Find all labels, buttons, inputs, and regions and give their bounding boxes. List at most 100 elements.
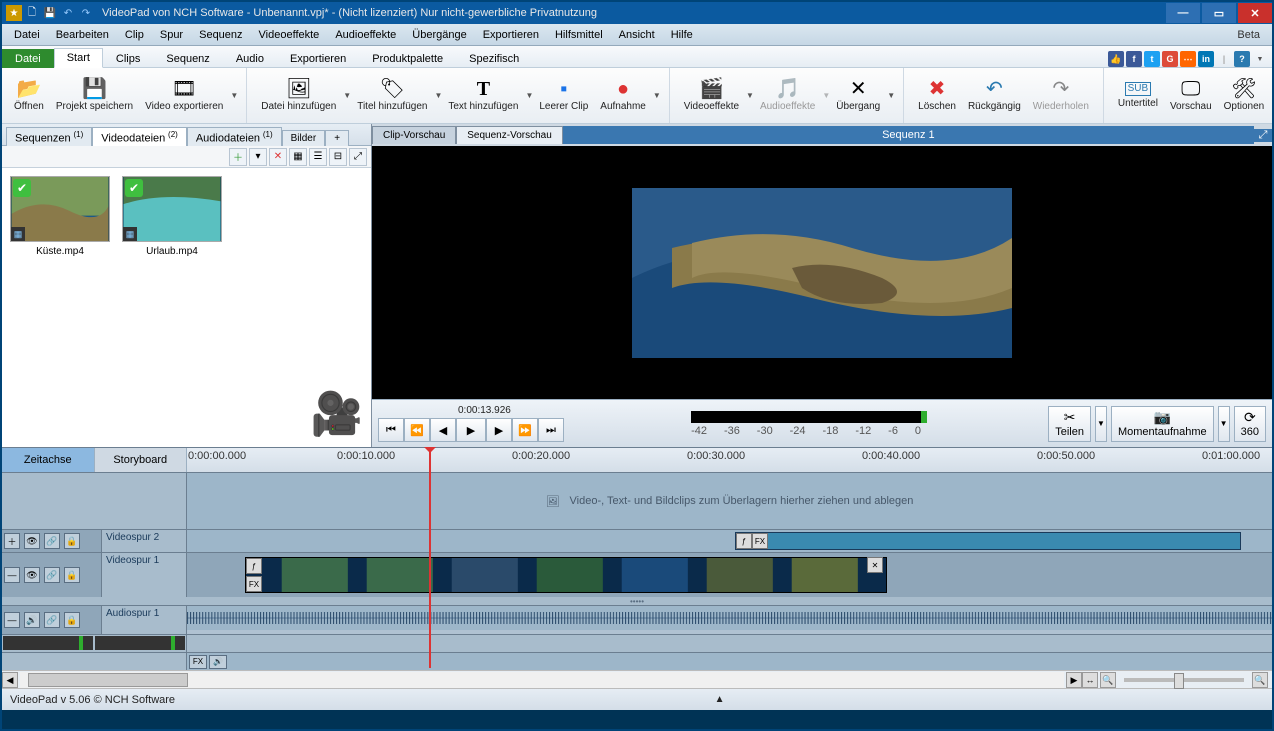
menu-hilfe[interactable]: Hilfe (663, 27, 701, 43)
end-fx-icon[interactable]: ✕ (867, 557, 883, 573)
help-dropdown-icon[interactable]: ▼ (1252, 51, 1268, 67)
track-link-icon[interactable]: 🔗 (44, 612, 60, 628)
linkedin-icon[interactable]: in (1198, 51, 1214, 67)
dd2-icon[interactable]: ▼ (434, 91, 442, 100)
zoom-in-icon[interactable]: 🔍 (1252, 672, 1268, 688)
bin-view3-icon[interactable]: ⊟ (329, 148, 347, 166)
like-icon[interactable]: 👍 (1108, 51, 1124, 67)
bin-delete-icon[interactable]: ✕ (269, 148, 287, 166)
scroll-thumb[interactable] (28, 673, 188, 687)
share-icon[interactable]: ⋯ (1180, 51, 1196, 67)
resize-grip-icon[interactable]: ▲ (715, 694, 725, 705)
scroll-left-icon[interactable]: ◀ (2, 672, 18, 688)
bin-tab-audio[interactable]: Audiodateien (1) (187, 127, 282, 146)
clip-thumb-2[interactable]: ▦ Urlaub.mp4 (122, 176, 222, 257)
track-link-icon[interactable]: 🔗 (44, 533, 60, 549)
step-back-button[interactable]: ◀ (430, 418, 456, 442)
tab-sequenz-vorschau[interactable]: Sequenz-Vorschau (456, 126, 563, 144)
scroll-track[interactable] (20, 672, 1064, 688)
menu-ansicht[interactable]: Ansicht (611, 27, 663, 43)
fx-icon[interactable]: FX (246, 576, 262, 592)
track-remove-icon[interactable]: — (4, 567, 20, 583)
tab-exportieren[interactable]: Exportieren (277, 49, 359, 68)
split-button[interactable]: ✂Teilen (1048, 406, 1091, 442)
menu-uebergaenge[interactable]: Übergänge (404, 27, 474, 43)
maximize-button[interactable]: ▭ (1202, 3, 1236, 23)
close-button[interactable]: ✕ (1238, 3, 1272, 23)
add-text-button[interactable]: TText hinzufügen (442, 68, 524, 123)
scroll-right-icon[interactable]: ▶ (1066, 672, 1082, 688)
menu-clip[interactable]: Clip (117, 27, 152, 43)
video-viewer[interactable] (372, 146, 1272, 399)
clip-thumb-1[interactable]: ▦ Küste.mp4 (10, 176, 110, 257)
menu-videoeffekte[interactable]: Videoeffekte (251, 27, 328, 43)
tab-storyboard[interactable]: Storyboard (95, 448, 188, 472)
track-eye-icon[interactable]: 👁 (24, 567, 40, 583)
bin-dd-icon[interactable]: ▾ (249, 148, 267, 166)
video-effects-button[interactable]: 🎬Videoeffekte (678, 68, 745, 123)
menu-hilfsmittel[interactable]: Hilfsmittel (547, 27, 611, 43)
grip-icon[interactable]: ••••• (2, 597, 1272, 605)
fx-icon[interactable]: FX (752, 533, 768, 549)
tab-start[interactable]: Start (54, 48, 103, 68)
track-lane-v2[interactable]: ƒFX (187, 530, 1272, 552)
qa-save-icon[interactable]: 💾 (42, 5, 58, 21)
v1-clip[interactable]: ƒ FX (245, 557, 887, 593)
buy-button[interactable]: 🛒Kaufen (1270, 68, 1274, 123)
tab-clips[interactable]: Clips (103, 49, 153, 68)
bin-tab-add[interactable]: + (325, 130, 349, 146)
overlay-dropzone[interactable]: 🖼Video-, Text- und Bildclips zum Überlag… (187, 473, 1272, 529)
goto-end-button[interactable]: ⏭ (538, 418, 564, 442)
dd3-icon[interactable]: ▼ (525, 91, 533, 100)
track-add-icon[interactable]: ＋ (4, 533, 20, 549)
track-eye-icon[interactable]: 👁 (24, 533, 40, 549)
menu-audioeffekte[interactable]: Audioeffekte (327, 27, 404, 43)
minimize-button[interactable]: — (1166, 3, 1200, 23)
options-button[interactable]: 🛠Optionen (1218, 68, 1271, 123)
add-file-button[interactable]: 🖼Datei hinzufügen (255, 68, 342, 123)
export-dropdown-icon[interactable]: ▼ (230, 91, 238, 100)
dd1-icon[interactable]: ▼ (343, 91, 351, 100)
step-fwd-button[interactable]: ▶ (486, 418, 512, 442)
fx-icon[interactable]: ƒ (736, 533, 752, 549)
gplus-icon[interactable]: G (1162, 51, 1178, 67)
track-mute-icon[interactable]: 🔊 (24, 612, 40, 628)
tab-audio[interactable]: Audio (223, 49, 277, 68)
facebook-icon[interactable]: f (1126, 51, 1142, 67)
dd7-icon[interactable]: ▼ (887, 91, 895, 100)
snapshot-button[interactable]: 📷Momentaufnahme (1111, 406, 1214, 442)
fx-button[interactable]: FX (189, 655, 207, 669)
tab-zeitachse[interactable]: Zeitachse (2, 448, 95, 472)
menu-datei[interactable]: Datei (6, 27, 48, 43)
play-button[interactable]: ▶ (456, 418, 486, 442)
split-dd-icon[interactable]: ▼ (1095, 406, 1107, 442)
track-lock-icon[interactable]: 🔒 (64, 612, 80, 628)
goto-start-button[interactable]: ⏮ (378, 418, 404, 442)
bin-tab-sequenzen[interactable]: Sequenzen (1) (6, 127, 92, 146)
track-lane-v1[interactable]: ƒ FX ✕ (187, 553, 1272, 597)
help-icon[interactable]: ? (1234, 51, 1250, 67)
save-project-button[interactable]: 💾Projekt speichern (50, 68, 139, 123)
bin-add-icon[interactable]: ＋ (229, 148, 247, 166)
track-lock-icon[interactable]: 🔒 (64, 533, 80, 549)
dd4-icon[interactable]: ▼ (653, 91, 661, 100)
tab-clip-vorschau[interactable]: Clip-Vorschau (372, 126, 456, 144)
popout-icon[interactable]: ⤢ (1254, 129, 1272, 142)
qa-redo-icon[interactable]: ↷ (78, 5, 94, 21)
menu-bearbeiten[interactable]: Bearbeiten (48, 27, 117, 43)
transition-button[interactable]: ✕Übergang (830, 68, 886, 123)
delete-button[interactable]: ✖Löschen (912, 68, 962, 123)
dd5-icon[interactable]: ▼ (746, 91, 754, 100)
track-remove-icon[interactable]: — (4, 612, 20, 628)
bin-view1-icon[interactable]: ▦ (289, 148, 307, 166)
menu-exportieren[interactable]: Exportieren (475, 27, 547, 43)
r360-button[interactable]: ⟳360 (1234, 406, 1266, 442)
record-button[interactable]: ●Aufnahme (594, 68, 652, 123)
v2-clip[interactable]: ƒFX (735, 532, 1241, 550)
menu-spur[interactable]: Spur (152, 27, 191, 43)
twitter-icon[interactable]: t (1144, 51, 1160, 67)
tab-spezifisch[interactable]: Spezifisch (456, 49, 532, 68)
tab-datei[interactable]: Datei (2, 49, 54, 68)
zoom-slider[interactable] (1124, 678, 1244, 682)
prev-frame-button[interactable]: ⏪ (404, 418, 430, 442)
